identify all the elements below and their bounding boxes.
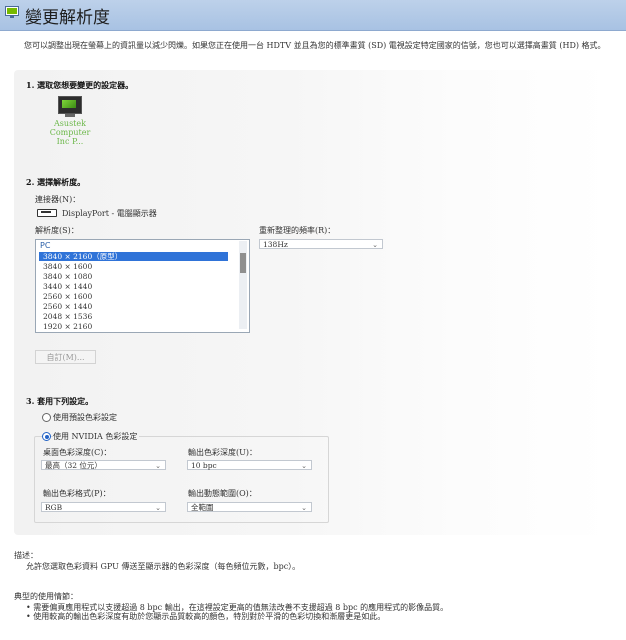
resolution-item[interactable]: 3440 × 1440	[39, 282, 228, 291]
output-depth-select[interactable]: 10 bpc ⌄	[187, 460, 312, 470]
resolution-item-selected[interactable]: 3840 × 2160（原型）	[39, 252, 228, 261]
output-format-label: 輸出色彩格式(P)：	[43, 489, 111, 498]
chevron-down-icon: ⌄	[301, 504, 307, 512]
chevron-down-icon: ⌄	[155, 504, 161, 512]
chevron-down-icon: ⌄	[155, 462, 161, 470]
displayport-icon	[37, 209, 57, 217]
output-format-select[interactable]: RGB ⌄	[41, 502, 166, 512]
output-depth-label: 輸出色彩深度(U)：	[188, 448, 257, 457]
description-heading: 描述：	[14, 551, 38, 560]
chevron-down-icon: ⌄	[301, 462, 307, 470]
step3-heading: 3. 套用下列設定。	[26, 396, 94, 406]
dynamic-range-select[interactable]: 全範圍 ⌄	[187, 502, 312, 512]
refresh-rate-select[interactable]: 138Hz ⌄	[259, 239, 383, 249]
title-bar: 變更解析度	[0, 0, 626, 31]
monitor-icon	[58, 96, 82, 114]
nvidia-display-icon	[5, 6, 19, 18]
nvidia-color-label: 使用 NVIDIA 色彩設定	[53, 431, 140, 442]
resolution-list[interactable]: PC 3840 × 2160（原型） 3840 × 1600 3840 × 10…	[35, 239, 250, 333]
desktop-depth-label: 桌面色彩深度(C)：	[43, 448, 112, 457]
resolution-item[interactable]: 2560 × 1600	[39, 292, 228, 301]
page-title: 變更解析度	[25, 8, 110, 28]
resolution-scrollbar[interactable]	[239, 241, 247, 329]
default-color-radio[interactable]	[42, 413, 51, 422]
resolution-item[interactable]: 3840 × 1600	[39, 262, 228, 271]
monitor-label: Asustek Computer Inc P...	[49, 119, 91, 146]
customize-button[interactable]: 自訂(M)...	[35, 350, 96, 364]
usage-heading: 典型的使用情節：	[14, 592, 78, 601]
dynamic-range-label: 輸出動態範圍(O)：	[188, 489, 257, 498]
intro-text: 您可以調整出現在螢幕上的資訊量以減少閃爍。如果您正在使用一台 HDTV 並且為您…	[24, 41, 606, 50]
display-selector[interactable]: Asustek Computer Inc P...	[40, 96, 100, 146]
resolution-item[interactable]: 2048 × 1536	[39, 312, 228, 321]
resolution-item[interactable]: 3840 × 1080	[39, 272, 228, 281]
step2-heading: 2. 選擇解析度。	[26, 177, 86, 187]
resolution-item[interactable]: 1920 × 2160	[39, 322, 228, 331]
resolution-label: 解析度(S)：	[35, 226, 79, 235]
step1-heading: 1. 選取您想要變更的設定器。	[26, 80, 134, 90]
connector-label: 連接器(N)：	[35, 195, 81, 204]
connector-value: DisplayPort - 電腦顯示器	[62, 209, 157, 218]
chevron-down-icon: ⌄	[372, 241, 378, 249]
default-color-label: 使用預設色彩設定	[53, 413, 117, 422]
refresh-label: 重新整理的頻率(R)：	[259, 226, 336, 235]
description-text: 允許您選取色彩資料 GPU 傳送至顯示器的色彩深度（每色頻位元數，bpc）。	[26, 562, 301, 571]
usage-item: • 使用較高的輸出色彩深度有助於您顯示品質較高的顏色，特別對於平滑的色彩切換和漸…	[26, 612, 386, 621]
resolution-group-label: PC	[40, 241, 51, 250]
nvidia-color-radio[interactable]	[42, 432, 51, 441]
desktop-depth-select[interactable]: 最高（32 位元） ⌄	[41, 460, 166, 470]
resolution-item[interactable]: 2560 × 1440	[39, 302, 228, 311]
